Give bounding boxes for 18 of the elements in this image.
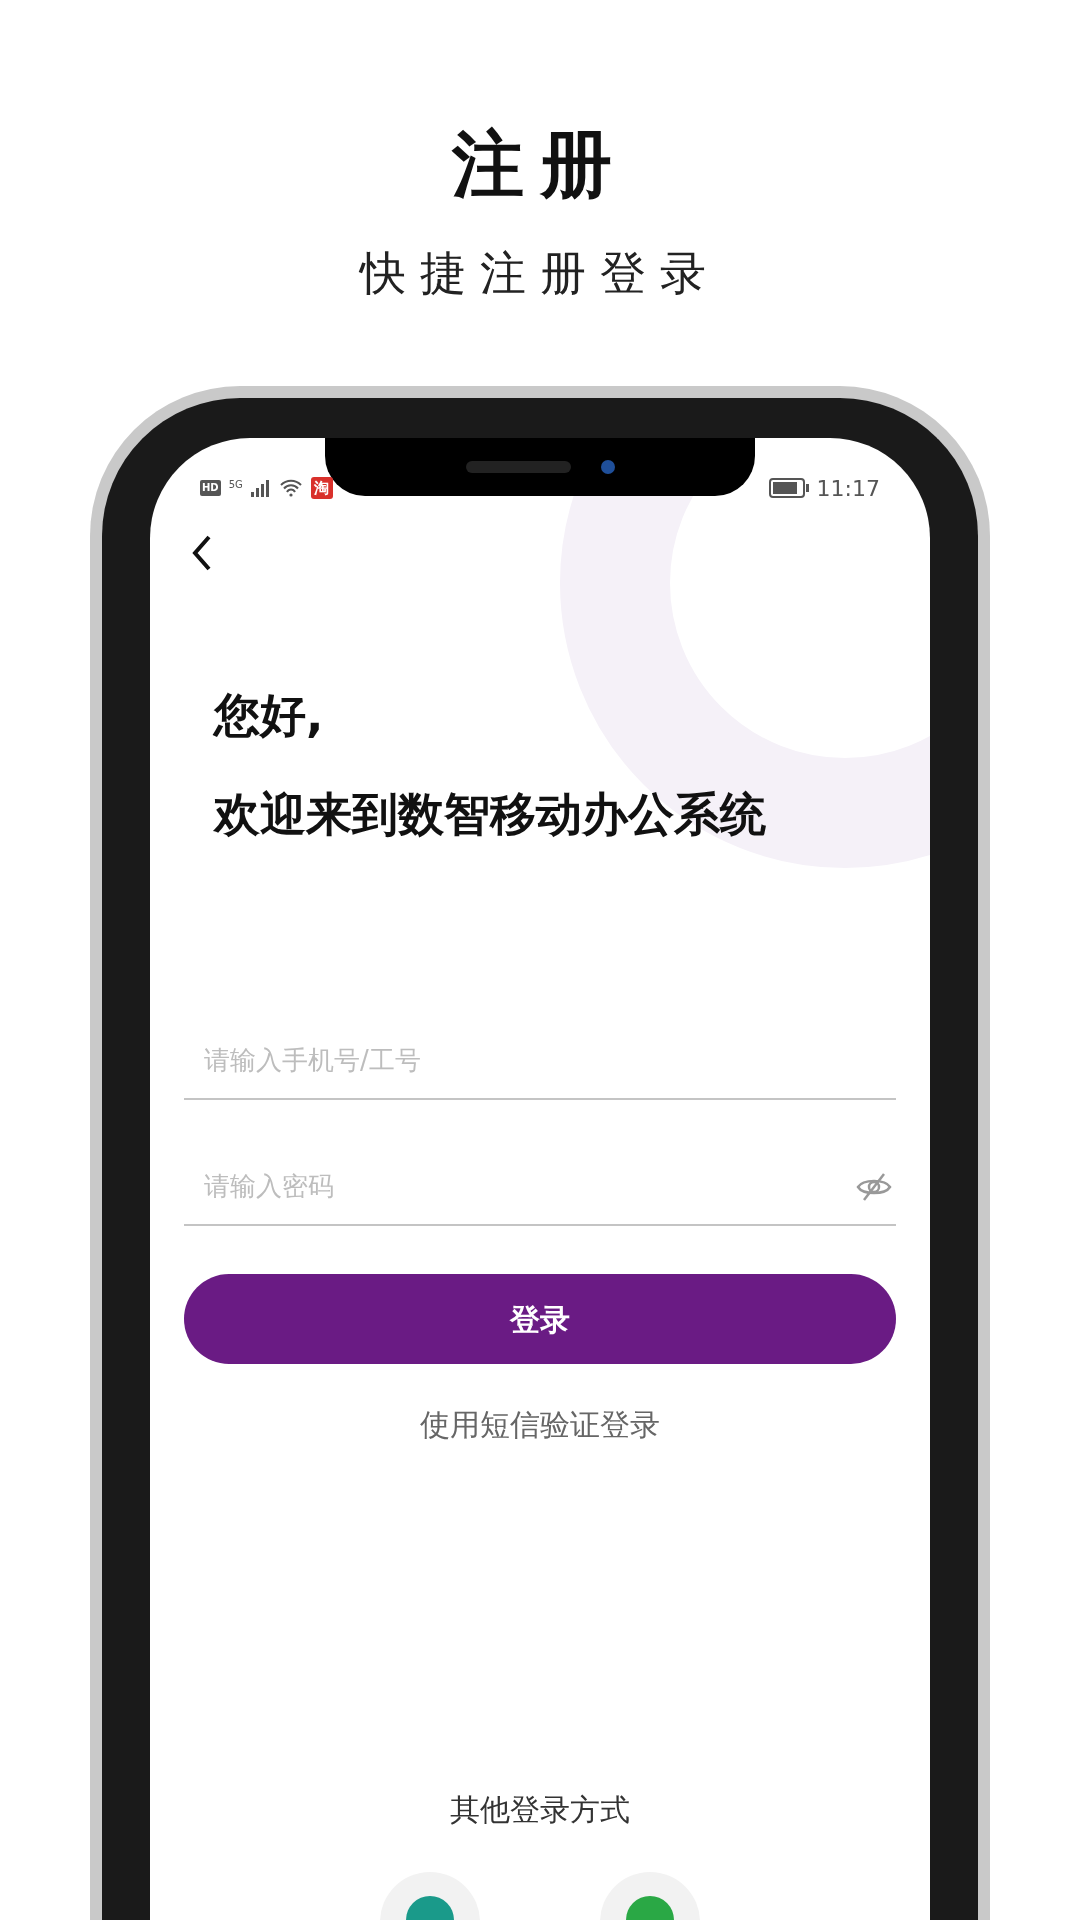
camera-lens [600,460,615,474]
other-login-label: 其他登录方式 [450,1791,630,1830]
battery-icon [768,478,809,498]
signal-icon [250,479,271,497]
hidden-eye-icon[interactable] [856,1172,892,1203]
page-subtitle: 快捷注册登录 [360,250,720,296]
network-label: 5G [228,478,243,492]
hd-icon: HD [200,480,221,496]
greeting-text: 欢迎来到数智移动办公系统 [214,787,767,843]
sms-login-link[interactable]: 使用短信验证登录 [420,1402,660,1448]
login-button[interactable]: 登录 [184,1274,896,1365]
wifi-icon [278,479,303,497]
app-notification-icon: 淘 [310,477,333,499]
password-field[interactable]: 请输入密码 [184,1148,896,1227]
greeting-text: 您好, [214,688,325,744]
page-title: 注册 [452,128,628,200]
phone-field[interactable]: 请输入手机号/工号 [184,1022,896,1101]
status-time: 11:17 [816,474,880,503]
